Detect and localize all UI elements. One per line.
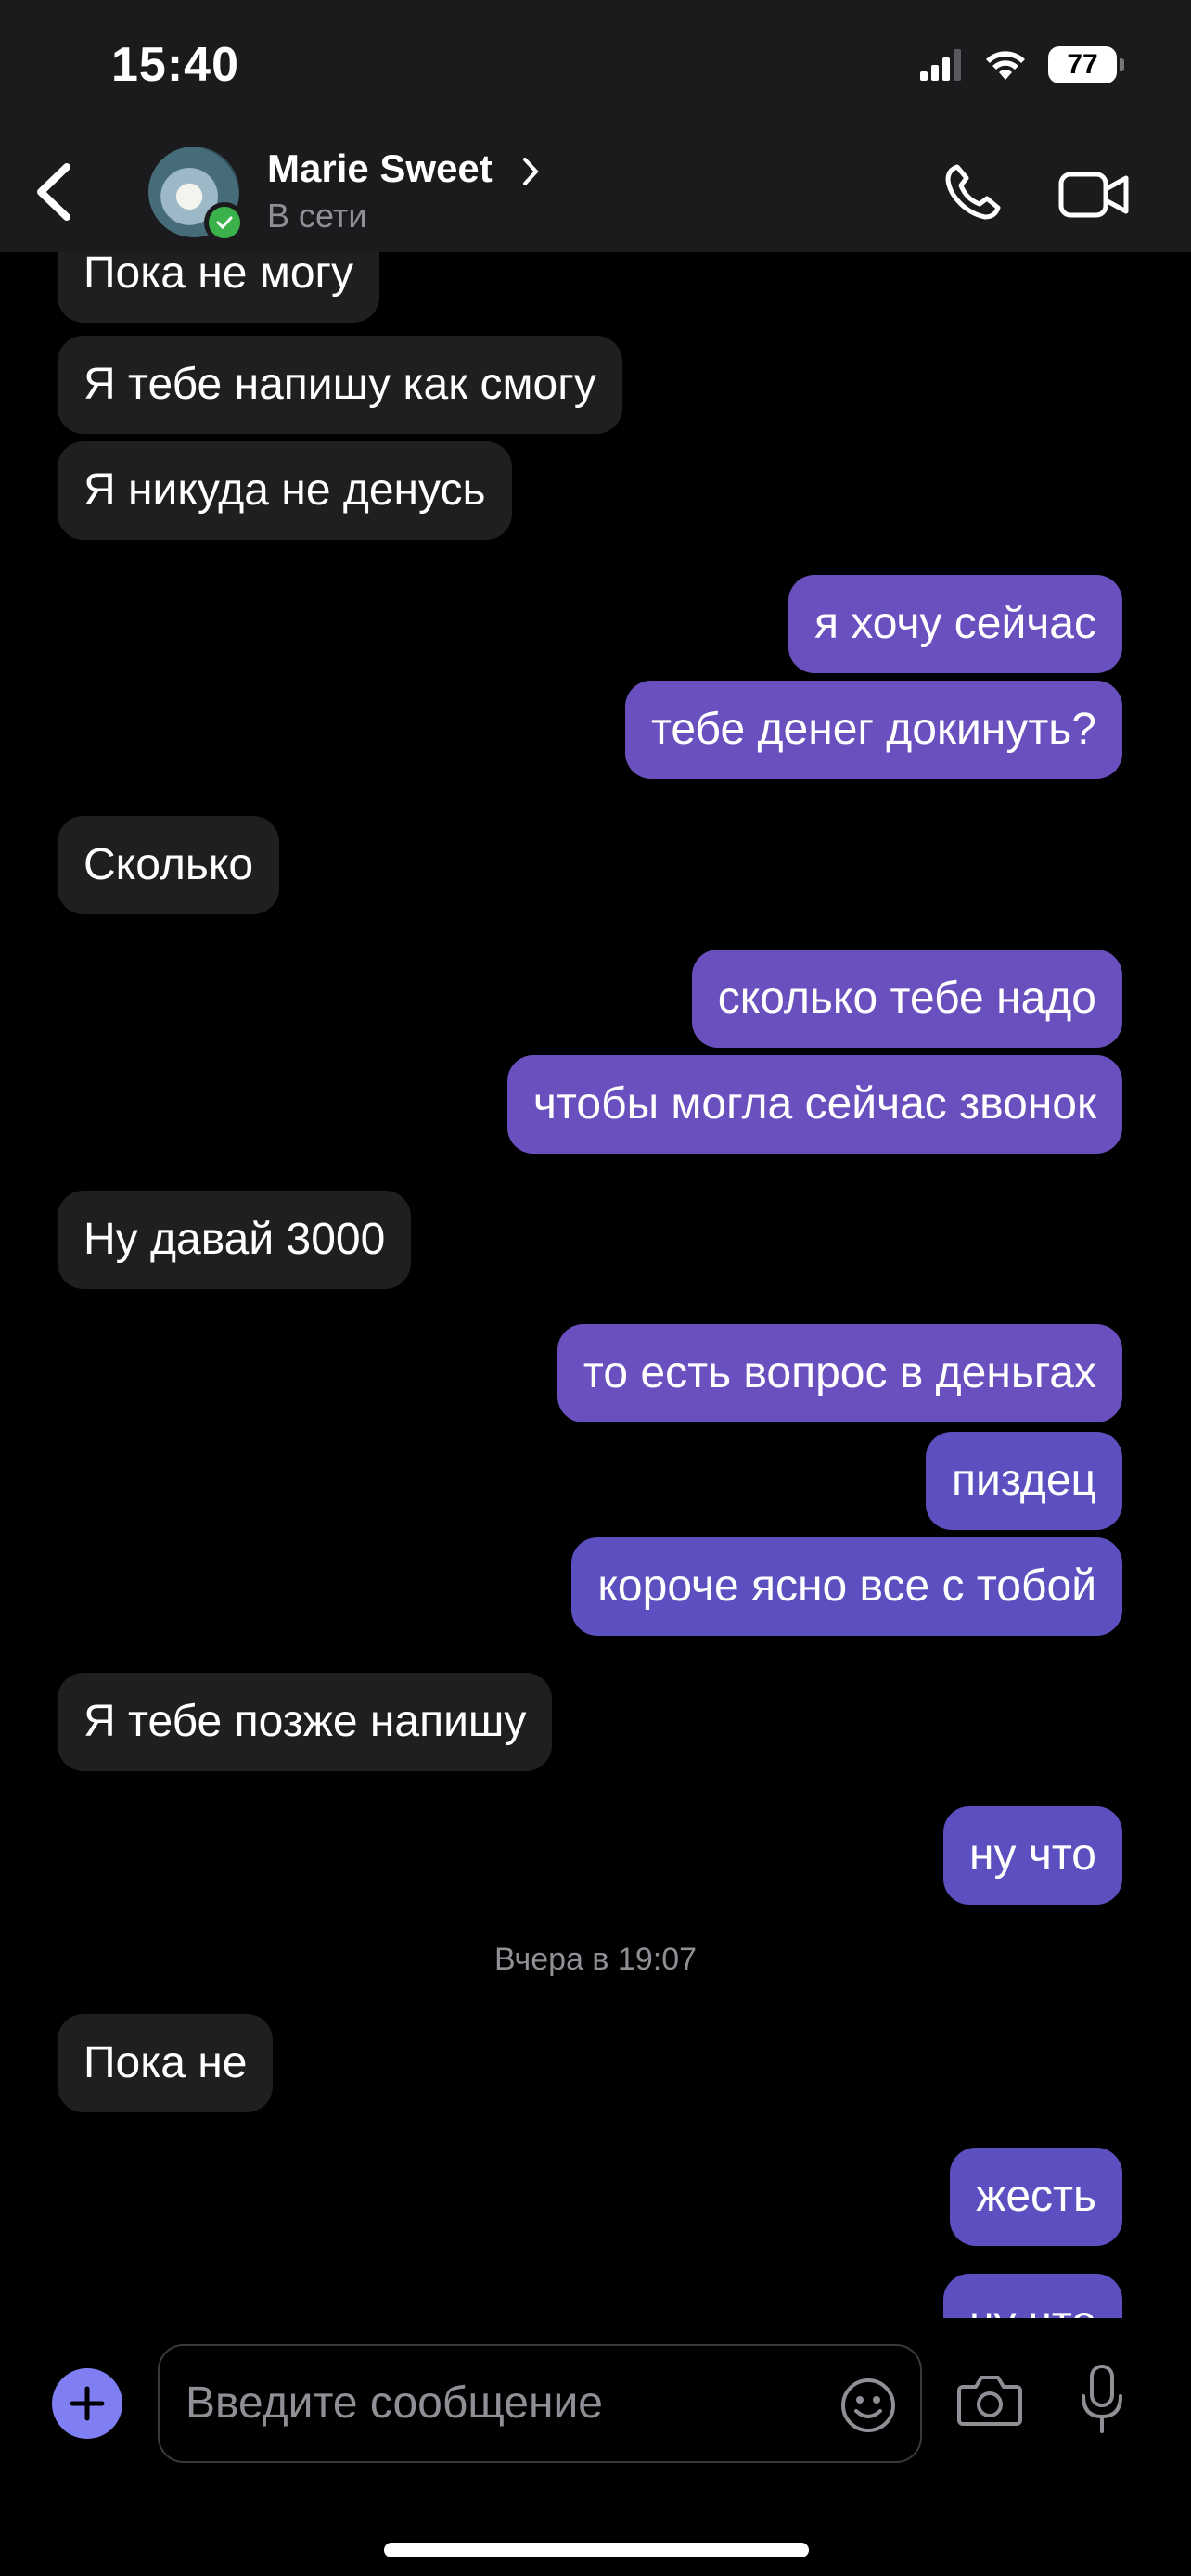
message-outgoing[interactable]: жесть [950, 2148, 1122, 2246]
message-list[interactable]: Пока не могу Я тебе напишу как смогу Я н… [0, 252, 1191, 2318]
microphone-icon[interactable] [1078, 2363, 1126, 2437]
chevron-right-icon[interactable] [521, 156, 540, 187]
online-indicator [204, 202, 245, 243]
message-incoming[interactable]: Сколько [58, 816, 280, 914]
battery-icon: 77 [1048, 46, 1124, 83]
message-input[interactable]: Введите сообщение [158, 2344, 922, 2463]
status-time: 15:40 [111, 38, 239, 92]
message-outgoing[interactable]: короче ясно все с тобой [571, 1537, 1122, 1636]
message-outgoing[interactable]: чтобы могла сейчас звонок [506, 1055, 1122, 1154]
signal-icon [920, 49, 961, 81]
message-outgoing[interactable]: ну что [943, 2274, 1122, 2318]
message-incoming[interactable]: Пока не могу [58, 252, 380, 323]
message-incoming[interactable]: Пока не [58, 2014, 274, 2112]
avatar[interactable] [148, 147, 245, 243]
emoji-icon[interactable] [839, 2376, 898, 2435]
check-icon [216, 216, 233, 229]
date-separator: Вчера в 19:07 [493, 1942, 698, 1977]
status-icons: 77 [920, 46, 1124, 83]
battery-level: 77 [1067, 49, 1098, 80]
chat-header: 15:40 77 Marie Sweet В сети [0, 0, 1191, 252]
message-incoming[interactable]: Ну давай 3000 [58, 1191, 412, 1289]
message-input-placeholder: Введите сообщение [186, 2378, 603, 2428]
back-chevron-icon[interactable] [28, 159, 83, 224]
contact-status: В сети [267, 197, 367, 235]
wifi-icon [986, 51, 1025, 80]
message-outgoing[interactable]: тебе денег докинуть? [624, 681, 1122, 779]
camera-icon[interactable] [955, 2370, 1024, 2429]
message-outgoing[interactable]: то есть вопрос в деньгах [557, 1324, 1122, 1422]
attach-button[interactable] [52, 2368, 122, 2439]
message-outgoing[interactable]: сколько тебе надо [691, 950, 1122, 1048]
phone-icon[interactable] [939, 159, 1005, 226]
contact-name[interactable]: Marie Sweet [267, 147, 493, 191]
message-incoming[interactable]: Я тебе позже напишу [58, 1673, 553, 1771]
message-outgoing[interactable]: я хочу сейчас [788, 575, 1122, 673]
message-outgoing[interactable]: ну что [943, 1806, 1122, 1905]
message-outgoing[interactable]: пиздец [926, 1432, 1122, 1530]
message-incoming[interactable]: Я никуда не денусь [58, 441, 512, 540]
composer-bar: Введите сообщение [0, 2318, 1191, 2576]
plus-icon [70, 2386, 105, 2421]
home-indicator[interactable] [384, 2543, 809, 2557]
video-icon[interactable] [1057, 167, 1132, 223]
message-incoming[interactable]: Я тебе напишу как смогу [58, 336, 622, 434]
